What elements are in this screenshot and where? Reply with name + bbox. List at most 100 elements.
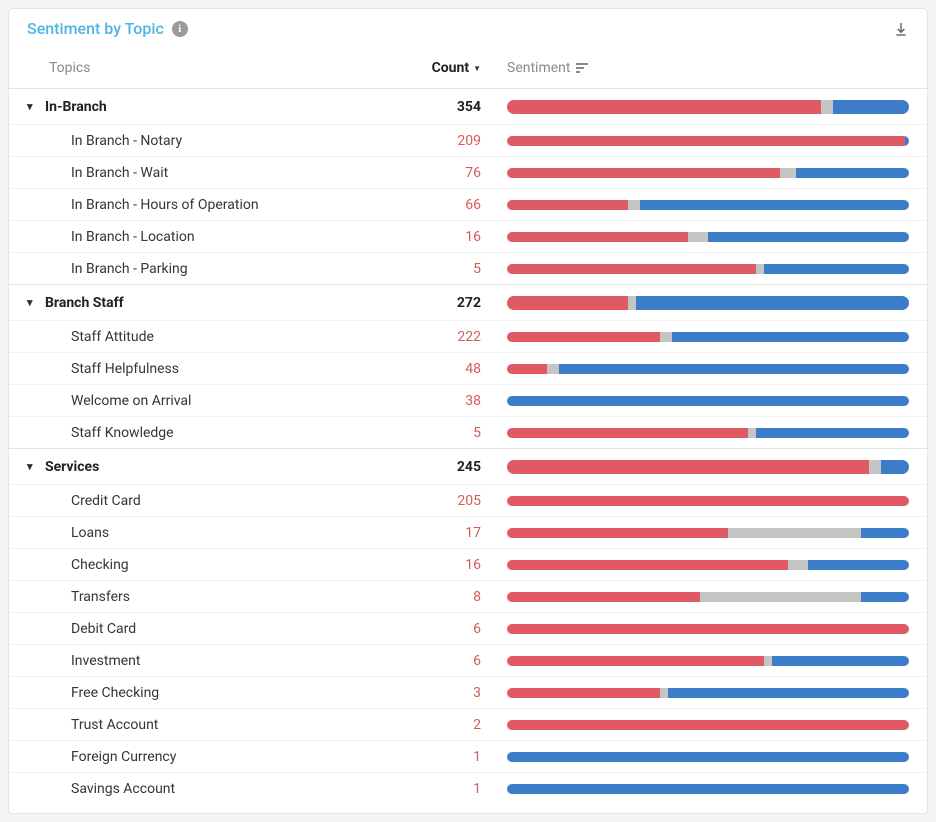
segment-negative [507, 720, 909, 730]
topic-row[interactable]: Credit Card205 [9, 484, 927, 516]
topic-row[interactable]: Staff Helpfulness48 [9, 352, 927, 384]
chevron-down-icon[interactable]: ▾ [27, 296, 45, 309]
count-cell: 3 [407, 685, 497, 701]
topic-label: Savings Account [71, 781, 175, 797]
topic-row[interactable]: Investment6 [9, 644, 927, 676]
topic-label: In-Branch [45, 99, 107, 115]
panel-header: Sentiment by Topic i [9, 9, 927, 46]
segment-negative [507, 528, 728, 538]
topic-cell: Welcome on Arrival [27, 393, 407, 409]
sentiment-cell [497, 136, 909, 146]
topic-cell: Free Checking [27, 685, 407, 701]
sentiment-by-topic-panel: Sentiment by Topic i Topics Count ▼ Sent… [8, 8, 928, 814]
topic-row[interactable]: In Branch - Hours of Operation66 [9, 188, 927, 220]
segment-neutral [547, 364, 559, 374]
column-header-sentiment[interactable]: Sentiment [497, 60, 909, 76]
sort-desc-icon: ▼ [473, 64, 481, 73]
sentiment-cell [497, 232, 909, 242]
sentiment-bar [507, 264, 909, 274]
topic-label: Branch Staff [45, 295, 124, 311]
topic-label: Checking [71, 557, 129, 573]
segment-neutral [660, 688, 668, 698]
topic-group-row[interactable]: ▾Branch Staff272 [9, 284, 927, 320]
segment-neutral [660, 332, 672, 342]
topic-cell: In Branch - Notary [27, 133, 407, 149]
segment-neutral [780, 168, 796, 178]
sentiment-bar [507, 200, 909, 210]
topic-cell: Transfers [27, 589, 407, 605]
topic-label: Transfers [71, 589, 130, 605]
topic-row[interactable]: In Branch - Wait 76 [9, 156, 927, 188]
segment-positive [772, 656, 909, 666]
topic-row[interactable]: Foreign Currency1 [9, 740, 927, 772]
column-header-sentiment-label: Sentiment [507, 60, 570, 76]
topic-row[interactable]: Savings Account1 [9, 772, 927, 804]
segment-positive [708, 232, 909, 242]
topic-label: Staff Attitude [71, 329, 154, 345]
topic-row[interactable]: Welcome on Arrival38 [9, 384, 927, 416]
segment-positive [668, 688, 909, 698]
sentiment-cell [497, 168, 909, 178]
table-header-row: Topics Count ▼ Sentiment [9, 46, 927, 88]
column-header-count-label: Count [432, 60, 470, 76]
topic-row[interactable]: Loans17 [9, 516, 927, 548]
sentiment-bar [507, 752, 909, 762]
topic-cell: In Branch - Wait [27, 165, 407, 181]
topic-cell: ▾Branch Staff [27, 295, 407, 311]
count-cell: 209 [407, 133, 497, 149]
sentiment-cell [497, 592, 909, 602]
topic-row[interactable]: Free Checking3 [9, 676, 927, 708]
segment-negative [507, 296, 628, 310]
count-cell: 76 [407, 165, 497, 181]
topic-group-row[interactable]: ▾In-Branch354 [9, 88, 927, 124]
sentiment-cell [497, 296, 909, 310]
topic-row[interactable]: Checking 16 [9, 548, 927, 580]
sentiment-bar [507, 560, 909, 570]
sentiment-bar [507, 496, 909, 506]
chevron-down-icon[interactable]: ▾ [27, 100, 45, 113]
segment-negative [507, 688, 660, 698]
count-cell: 16 [407, 557, 497, 573]
count-cell: 1 [407, 749, 497, 765]
topic-row[interactable]: Staff Knowledge5 [9, 416, 927, 448]
topic-row[interactable]: Debit Card6 [9, 612, 927, 644]
topic-row[interactable]: Staff Attitude222 [9, 320, 927, 352]
chevron-down-icon[interactable]: ▾ [27, 460, 45, 473]
segment-positive [861, 528, 909, 538]
topic-cell: ▾In-Branch [27, 99, 407, 115]
segment-positive [808, 560, 909, 570]
topic-row[interactable]: In Branch - Notary209 [9, 124, 927, 156]
count-cell: 5 [407, 425, 497, 441]
segment-positive [507, 784, 909, 794]
topic-row[interactable]: Transfers8 [9, 580, 927, 612]
segment-negative [507, 656, 764, 666]
topic-cell: Investment [27, 653, 407, 669]
segment-negative [507, 364, 547, 374]
segment-negative [507, 428, 748, 438]
topic-cell: In Branch - Location [27, 229, 407, 245]
column-header-topics[interactable]: Topics [27, 60, 407, 76]
segment-positive [672, 332, 909, 342]
sentiment-cell [497, 688, 909, 698]
topic-cell: Trust Account [27, 717, 407, 733]
segment-neutral [728, 528, 861, 538]
topic-row[interactable]: Trust Account2 [9, 708, 927, 740]
topic-group-row[interactable]: ▾Services245 [9, 448, 927, 484]
segment-negative [507, 168, 780, 178]
download-icon[interactable] [893, 21, 909, 37]
segment-positive [636, 296, 909, 310]
topic-cell: Checking [27, 557, 407, 573]
info-icon[interactable]: i [172, 21, 188, 37]
segment-neutral [628, 200, 640, 210]
filter-icon [576, 63, 588, 73]
sentiment-cell [497, 460, 909, 474]
topic-row[interactable]: In Branch - Location16 [9, 220, 927, 252]
segment-negative [507, 100, 821, 114]
segment-negative [507, 332, 660, 342]
column-header-count[interactable]: Count ▼ [407, 60, 497, 76]
topic-row[interactable]: In Branch - Parking5 [9, 252, 927, 284]
segment-negative [507, 136, 905, 146]
topic-label: In Branch - Wait [71, 165, 168, 181]
topic-label: In Branch - Hours of Operation [71, 197, 259, 213]
sentiment-bar [507, 332, 909, 342]
